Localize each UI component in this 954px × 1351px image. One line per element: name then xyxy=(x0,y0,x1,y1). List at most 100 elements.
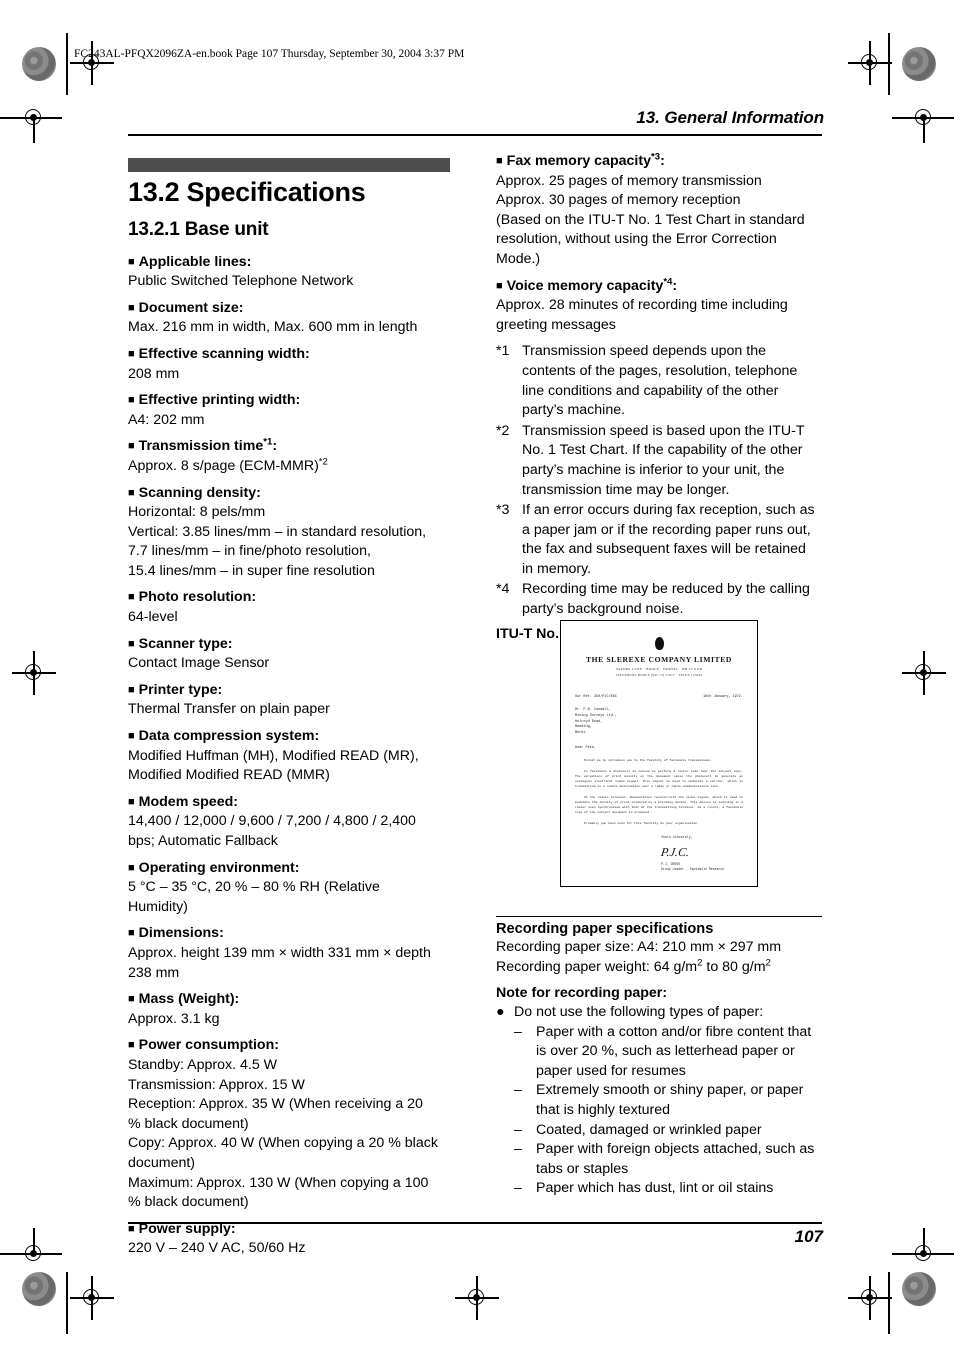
spec-term-label: Mass (Weight): xyxy=(138,991,240,1008)
spec-item: ■ Power supply: 220 V – 240 V AC, 50/60 Hz xyxy=(128,1220,452,1259)
spec-term-footnote-ref: *1 xyxy=(263,436,273,448)
chart-our-ref: Our Ref. 350/PJC/EAC xyxy=(575,695,618,699)
paper-exclusion-text: Paper with a cotton and/or fibre content… xyxy=(536,1023,812,1079)
note-bullet-text: Do not use the following types of paper: xyxy=(514,1004,764,1021)
paper-exclusion-text: Coated, damaged or wrinkled paper xyxy=(536,1121,762,1138)
filled-square-icon: ■ xyxy=(128,861,135,874)
density-patch-bottom-right xyxy=(902,1272,936,1306)
spec-value: Standby: Approx. 4.5 W Transmission: App… xyxy=(128,1056,452,1213)
spec-value-text: Approx. 3.1 kg xyxy=(128,1010,220,1027)
spec-value: 14,400 / 12,000 / 9,600 / 7,200 / 4,800 … xyxy=(128,812,452,851)
filled-square-icon: ■ xyxy=(128,927,135,940)
crop-rule-bottom-left-vertical xyxy=(66,1272,68,1334)
spec-term-label: Voice memory capacity xyxy=(506,277,664,294)
registration-mark-middle-left xyxy=(12,651,56,695)
chart-signature: P.J.C. xyxy=(660,844,691,859)
spec-value-text: Standby: Approx. 4.5 W Transmission: App… xyxy=(128,1056,438,1211)
filled-square-icon: ■ xyxy=(128,394,135,407)
spec-term: ■ Scanning density: xyxy=(128,484,452,504)
spec-value-text: A4: 202 mm xyxy=(128,411,205,428)
spec-value-footnote-ref: *2 xyxy=(318,456,328,468)
footnote-marker: *3 xyxy=(496,502,510,519)
paper-exclusion-list: – Paper with a cotton and/or fibre conten… xyxy=(496,1023,822,1199)
paper-exclusion-item: – Paper which has dust, lint or oil stain… xyxy=(514,1179,822,1199)
chapter-title: 13. General Information xyxy=(636,108,824,127)
spec-term: ■ Document size: xyxy=(128,299,452,319)
filled-square-icon: ■ xyxy=(128,486,135,499)
spec-term: ■ Printer type: xyxy=(128,681,452,701)
spec-term-label: Modem speed: xyxy=(138,793,238,810)
recording-paper-section: Recording paper specifications Recording… xyxy=(496,916,822,1199)
filled-square-icon: ■ xyxy=(128,730,135,743)
spec-item: ■ Photo resolution: 64-level xyxy=(128,588,452,627)
chart-paragraph-4: Probably you have uses for this facility… xyxy=(584,820,700,825)
density-patch-top-left xyxy=(22,47,56,81)
spec-value-text: 14,400 / 12,000 / 9,600 / 7,200 / 4,800 … xyxy=(128,813,416,850)
dash-icon: – xyxy=(514,1082,522,1099)
subsection-title: 13.2.1 Base unit xyxy=(128,218,269,240)
registration-mark-bottom-center xyxy=(455,1276,499,1320)
chart-paragraph-3: At the remote terminal, demodulation rec… xyxy=(575,794,743,814)
spec-item: ■ Modem speed: 14,400 / 12,000 / 9,600 / 7… xyxy=(128,793,452,852)
paper-exclusion-item: – Extremely smooth or shiny paper, or pap… xyxy=(514,1081,822,1120)
spec-item: ■ Effective printing width: A4: 202 mm xyxy=(128,391,452,430)
spec-value-text: 220 V – 240 V AC, 50/60 Hz xyxy=(128,1240,306,1257)
filled-square-icon: ■ xyxy=(128,1039,135,1052)
page-number: 107 xyxy=(794,1227,823,1246)
spec-term: ■ Photo resolution: xyxy=(128,588,452,608)
footnote-item: *3 If an error occurs during fax receptio… xyxy=(496,501,820,579)
registration-mark-middle-right xyxy=(902,651,946,695)
spec-value-text: Public Switched Telephone Network xyxy=(128,273,354,290)
spec-term: ■ Mass (Weight): xyxy=(128,990,452,1010)
dash-icon: – xyxy=(514,1023,522,1040)
dash-icon: – xyxy=(514,1121,522,1138)
spec-item: ■ Dimensions: Approx. height 139 mm × widt… xyxy=(128,924,452,983)
spec-value: Max. 216 mm in width, Max. 600 mm in len… xyxy=(128,318,452,338)
density-patch-bottom-left xyxy=(22,1272,56,1306)
spec-value: Approx. 25 pages of memory transmission … xyxy=(496,172,820,270)
paper-exclusion-text: Paper with foreign objects attached, suc… xyxy=(536,1141,815,1177)
dash-icon: – xyxy=(514,1180,522,1197)
spec-item: ■ Voice memory capacity*4: Approx. 28 minu… xyxy=(496,277,820,336)
slerexe-logo-icon xyxy=(654,637,664,650)
spec-value: Contact Image Sensor xyxy=(128,654,452,674)
spec-value: Public Switched Telephone Network xyxy=(128,272,452,292)
note-bullet: ● Do not use the following types of pape… xyxy=(496,1003,822,1023)
itu-t-test-chart-image: THE SLEREXE COMPANY LIMITED SAPORS LANE … xyxy=(560,620,758,887)
spec-term-label: Effective scanning width: xyxy=(138,345,310,362)
spec-value: Horizontal: 8 pels/mm Vertical: 3.85 lin… xyxy=(128,503,452,581)
spec-term-label: Fax memory capacity xyxy=(506,153,651,169)
footer-rule xyxy=(128,1222,822,1224)
registration-mark-bottom-right xyxy=(848,1276,892,1320)
document-page: FC243AL-PFQX2096ZA-en.book Page 107 Thur… xyxy=(0,0,954,1351)
spec-term-colon: : xyxy=(272,438,278,455)
spec-value: 5 °C – 35 °C, 20 % – 80 % RH (Relative H… xyxy=(128,878,452,917)
spec-value: A4: 202 mm xyxy=(128,411,452,431)
registration-mark-bottom-left xyxy=(70,1276,114,1320)
right-column: ■ Fax memory capacity*3: Approx. 25 pages … xyxy=(496,152,820,648)
spec-term: ■ Data compression system: xyxy=(128,727,452,747)
paper-exclusion-item: – Paper with foreign objects attached, su… xyxy=(514,1140,822,1179)
spec-value-text: 5 °C – 35 °C, 20 % – 80 % RH (Relative H… xyxy=(128,879,380,915)
filled-square-icon: ■ xyxy=(128,1222,135,1235)
filled-square-icon: ■ xyxy=(128,440,135,453)
registration-mark-lower-left-corner xyxy=(21,1228,59,1267)
footnote-text: Transmission speed depends upon the cont… xyxy=(522,343,798,419)
chart-date: 18th January, 1972. xyxy=(703,695,743,699)
spec-term-label: Operating environment: xyxy=(138,859,300,876)
footnote-marker: *1 xyxy=(496,343,510,360)
recording-paper-rule xyxy=(496,916,822,918)
bullet-icon: ● xyxy=(496,1004,505,1021)
spec-term-colon: : xyxy=(660,153,665,169)
spec-term-label: Applicable lines: xyxy=(138,253,252,270)
spec-item: ■ Applicable lines: Public Switched Teleph… xyxy=(128,253,452,292)
footnote-item: *4 Recording time may be reduced by the c… xyxy=(496,580,820,619)
spec-term: ■ Transmission time*1: xyxy=(128,437,452,457)
footnote-list: *1 Transmission speed depends upon the co… xyxy=(496,342,820,619)
filled-square-icon: ■ xyxy=(128,347,135,360)
paper-exclusion-text: Extremely smooth or shiny paper, or pape… xyxy=(536,1082,804,1118)
spec-value-text: Approx. 25 pages of memory transmission … xyxy=(496,172,805,267)
filled-square-icon: ■ xyxy=(128,591,135,604)
spec-value-text: Max. 216 mm in width, Max. 600 mm in len… xyxy=(128,319,418,336)
crop-rule-top-right-vertical xyxy=(888,33,890,95)
